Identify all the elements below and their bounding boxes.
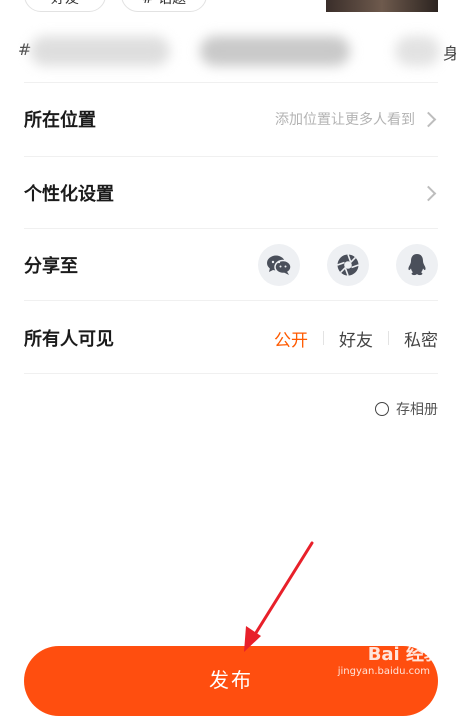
publish-button-label: 发布 xyxy=(209,668,253,692)
moments-icon[interactable] xyxy=(327,244,369,286)
watermark-url: jingyan.baidu.com xyxy=(337,666,430,677)
personalize-label: 个性化设置 xyxy=(24,184,114,205)
divider xyxy=(24,373,438,374)
chevron-right-icon xyxy=(420,111,437,127)
radio-circle-icon xyxy=(375,402,389,416)
location-hint: 添加位置让更多人看到 xyxy=(275,112,415,128)
qq-icon[interactable] xyxy=(396,244,438,286)
visibility-friends-option[interactable]: 好友 xyxy=(339,326,373,351)
blurred-tag-strip: # 身 xyxy=(0,28,456,74)
divider xyxy=(24,300,438,301)
media-thumbnail[interactable] xyxy=(326,0,438,12)
visibility-row: 所有人可见 公开 好友 私密 xyxy=(24,319,438,357)
divider xyxy=(24,82,438,83)
chevron-right-icon xyxy=(420,185,437,201)
blurred-tag xyxy=(395,36,440,66)
location-row[interactable]: 所在位置 添加位置让更多人看到 xyxy=(24,100,438,138)
separator xyxy=(388,331,389,345)
save-album-toggle[interactable]: 存相册 xyxy=(375,399,438,419)
friends-chip[interactable]: 好友 xyxy=(24,0,106,12)
divider xyxy=(24,156,438,157)
location-label: 所在位置 xyxy=(24,110,96,131)
visibility-public-option[interactable]: 公开 xyxy=(274,326,308,351)
visibility-label: 所有人可见 xyxy=(24,329,114,350)
separator xyxy=(323,331,324,345)
personalize-row[interactable]: 个性化设置 xyxy=(24,174,438,212)
share-label: 分享至 xyxy=(24,256,78,277)
topic-chip-label: # 话题 xyxy=(142,0,186,8)
wechat-icon[interactable] xyxy=(258,244,300,286)
share-row: 分享至 xyxy=(24,243,438,287)
save-album-label: 存相册 xyxy=(396,402,438,418)
divider xyxy=(24,228,438,229)
friends-chip-label: 好友 xyxy=(51,0,79,8)
topic-chip[interactable]: # 话题 xyxy=(121,0,207,12)
strip-edge-right: 身 xyxy=(443,44,456,63)
watermark-logo: Bai 经验 xyxy=(367,644,442,665)
blurred-tag xyxy=(200,36,350,66)
blurred-tag xyxy=(30,36,170,66)
visibility-private-option[interactable]: 私密 xyxy=(404,326,438,351)
